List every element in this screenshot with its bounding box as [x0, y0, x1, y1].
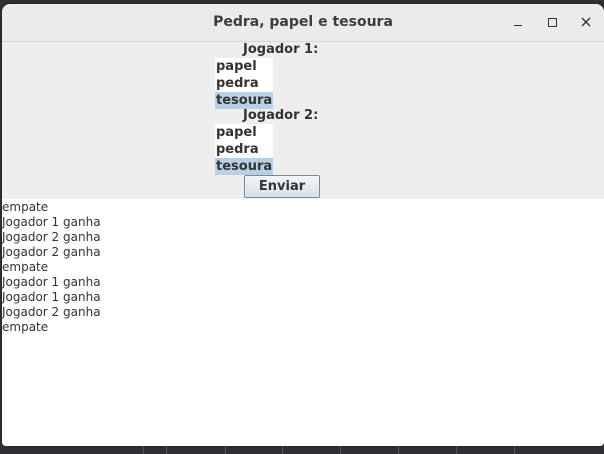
maximize-button[interactable]	[543, 13, 561, 31]
results-text-area[interactable]: empate Jogador 1 ganha Jogador 2 ganha J…	[2, 199, 604, 446]
player2-option-papel[interactable]: papel	[215, 124, 273, 141]
desktop-divider	[225, 446, 226, 454]
title-bar[interactable]: Pedra, papel e tesoura	[2, 4, 604, 42]
player2-label: Jogador 2:	[243, 108, 319, 123]
result-line: Jogador 2 ganha	[2, 305, 101, 319]
result-line: Jogador 2 ganha	[2, 245, 101, 259]
minimize-icon	[514, 25, 522, 26]
maximize-icon	[548, 18, 557, 27]
desktop-divider	[398, 446, 399, 454]
player1-option-pedra[interactable]: pedra	[215, 75, 273, 92]
result-line: Jogador 1 ganha	[2, 290, 101, 304]
player1-choice-list[interactable]: papel pedra tesoura	[215, 58, 273, 109]
desktop-divider	[143, 446, 144, 454]
close-button[interactable]	[577, 13, 595, 31]
input-panel: Jogador 1: papel pedra tesoura Jogador 2…	[2, 42, 604, 199]
result-line: empate	[2, 260, 49, 274]
player2-choice-list[interactable]: papel pedra tesoura	[215, 124, 273, 175]
desktop-divider	[282, 446, 283, 454]
desktop-divider	[166, 446, 167, 454]
player1-option-tesoura[interactable]: tesoura	[215, 92, 273, 109]
result-line: empate	[2, 200, 49, 214]
results-list: empate Jogador 1 ganha Jogador 2 ganha J…	[2, 199, 604, 335]
player2-option-tesoura[interactable]: tesoura	[215, 158, 273, 175]
app-window: Pedra, papel e tesoura Jogador 1: papel …	[2, 4, 604, 446]
result-line: Jogador 1 ganha	[2, 215, 101, 229]
player1-label: Jogador 1:	[243, 42, 319, 57]
desktop-divider	[340, 446, 341, 454]
player1-option-papel[interactable]: papel	[215, 58, 273, 75]
desktop-divider	[514, 446, 515, 454]
minimize-button[interactable]	[509, 13, 527, 31]
player2-option-pedra[interactable]: pedra	[215, 141, 273, 158]
result-line: Jogador 2 ganha	[2, 230, 101, 244]
close-icon	[581, 17, 591, 27]
desktop-divider	[456, 446, 457, 454]
result-line: Jogador 1 ganha	[2, 275, 101, 289]
result-line: empate	[2, 320, 49, 334]
send-button[interactable]: Enviar	[244, 175, 320, 198]
